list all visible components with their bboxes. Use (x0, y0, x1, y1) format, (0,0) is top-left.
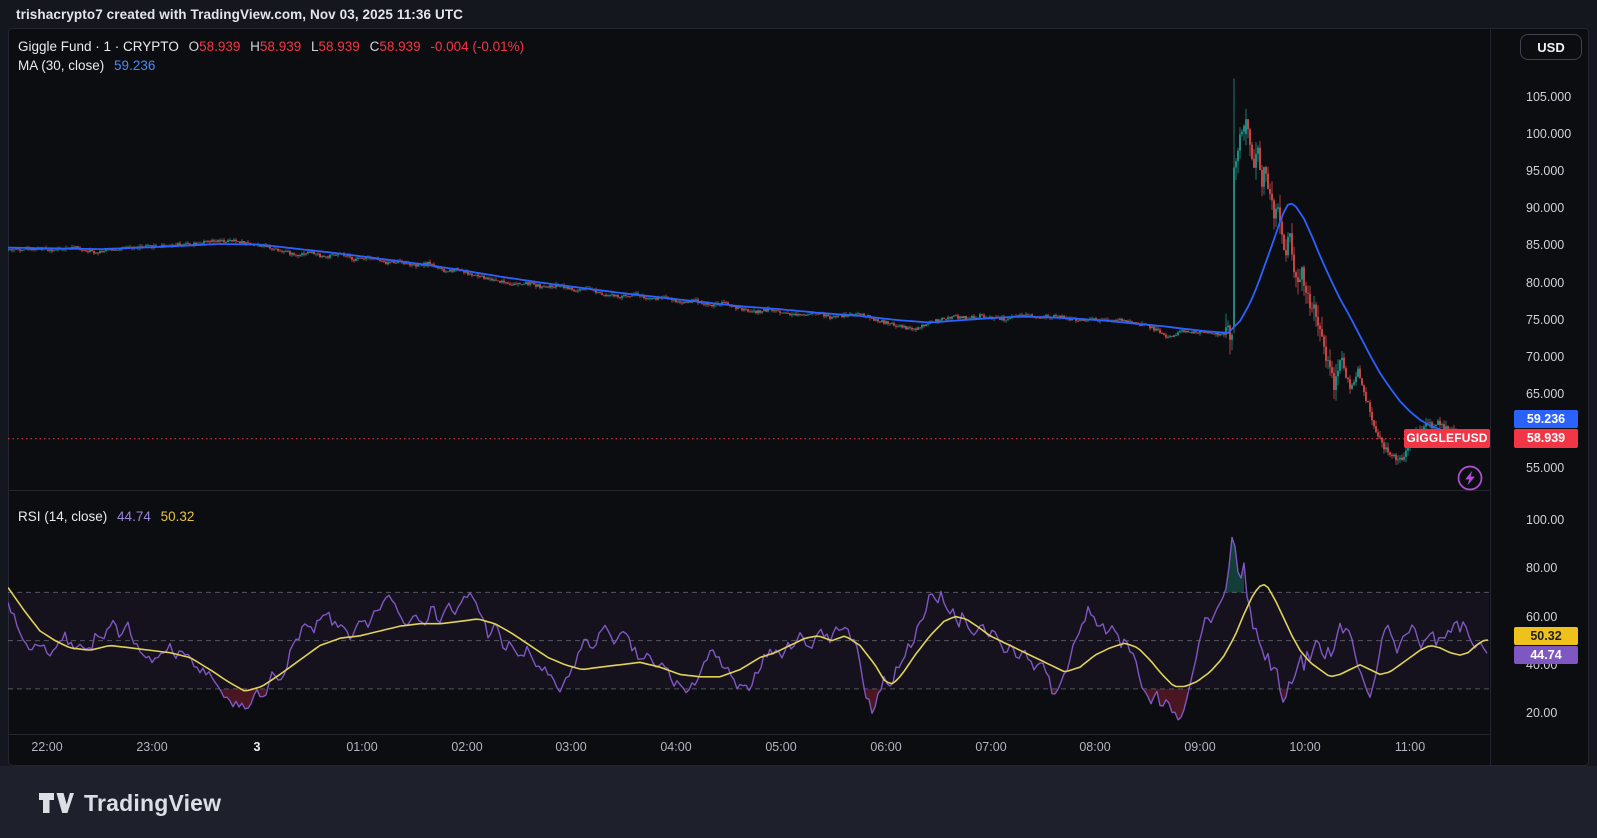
time-tick: 22:00 (17, 740, 77, 754)
price-tick: 65.000 (1526, 386, 1596, 402)
rsi-tick: 100.00 (1526, 512, 1596, 528)
ma-value: 59.236 (114, 58, 155, 73)
instant-order-icon[interactable] (1456, 464, 1484, 492)
price-tick: 70.000 (1526, 349, 1596, 365)
ohlc-open: O58.939 (189, 39, 241, 54)
ma-label[interactable]: MA (30, close) (18, 58, 104, 73)
ohlc-high: H58.939 (250, 39, 301, 54)
time-tick: 07:00 (961, 740, 1021, 754)
rsi-badge: 44.74 (1514, 646, 1578, 664)
time-tick: 08:00 (1065, 740, 1125, 754)
price-change: -0.004 (-0.01%) (430, 39, 524, 54)
time-tick: 09:00 (1170, 740, 1230, 754)
time-axis-divider (9, 734, 1489, 735)
ohlc-close: C58.939 (370, 39, 421, 54)
price-tick: 85.000 (1526, 237, 1596, 253)
tradingview-logo-text: TradingView (84, 790, 221, 817)
footer-bar: TradingView (0, 766, 1597, 838)
rsi-tick: 60.00 (1526, 609, 1596, 625)
symbol-title[interactable]: Giggle Fund · 1 · CRYPTO (18, 39, 179, 54)
time-tick: 10:00 (1275, 740, 1335, 754)
tradingview-logo[interactable]: TradingView (38, 790, 221, 817)
tradingview-logo-icon (38, 791, 74, 817)
main-legend[interactable]: Giggle Fund · 1 · CRYPTO O58.939 H58.939… (18, 39, 530, 54)
time-tick: 05:00 (751, 740, 811, 754)
price-tick: 90.000 (1526, 200, 1596, 216)
time-tick: 11:00 (1380, 740, 1440, 754)
time-tick: 02:00 (437, 740, 497, 754)
rsi-label[interactable]: RSI (14, close) (18, 509, 107, 524)
symbol-price-label: GIGGLEFUSD (1404, 429, 1490, 448)
rsi-ma-value: 50.32 (161, 509, 195, 524)
rsi-tick: 20.00 (1526, 705, 1596, 721)
time-tick: 3 (227, 740, 287, 754)
time-tick: 03:00 (541, 740, 601, 754)
ohlc-low: L58.939 (311, 39, 360, 54)
ma-legend[interactable]: MA (30, close) 59.236 (18, 58, 161, 73)
price-axis-divider (1490, 29, 1491, 765)
price-tick: 95.000 (1526, 163, 1596, 179)
price-tick: 55.000 (1526, 460, 1596, 476)
time-tick: 01:00 (332, 740, 392, 754)
currency-toggle-button[interactable]: USD (1520, 34, 1582, 60)
price-tick: 100.000 (1526, 126, 1596, 142)
rsi-ma-badge: 50.32 (1514, 627, 1578, 645)
ma-price-badge: 59.236 (1514, 410, 1578, 428)
rsi-tick: 80.00 (1526, 560, 1596, 576)
chart-canvas[interactable] (0, 0, 1597, 838)
tradingview-screenshot: trishacrypto7 created with TradingView.c… (0, 0, 1597, 838)
pane-divider[interactable] (9, 490, 1489, 491)
rsi-legend[interactable]: RSI (14, close) 44.74 50.32 (18, 509, 200, 524)
price-tick: 105.000 (1526, 89, 1596, 105)
price-tick: 80.000 (1526, 275, 1596, 291)
last-price-badge: 58.939 (1514, 429, 1578, 448)
time-tick: 04:00 (646, 740, 706, 754)
price-tick: 75.000 (1526, 312, 1596, 328)
rsi-value: 44.74 (117, 509, 151, 524)
time-tick: 06:00 (856, 740, 916, 754)
time-tick: 23:00 (122, 740, 182, 754)
